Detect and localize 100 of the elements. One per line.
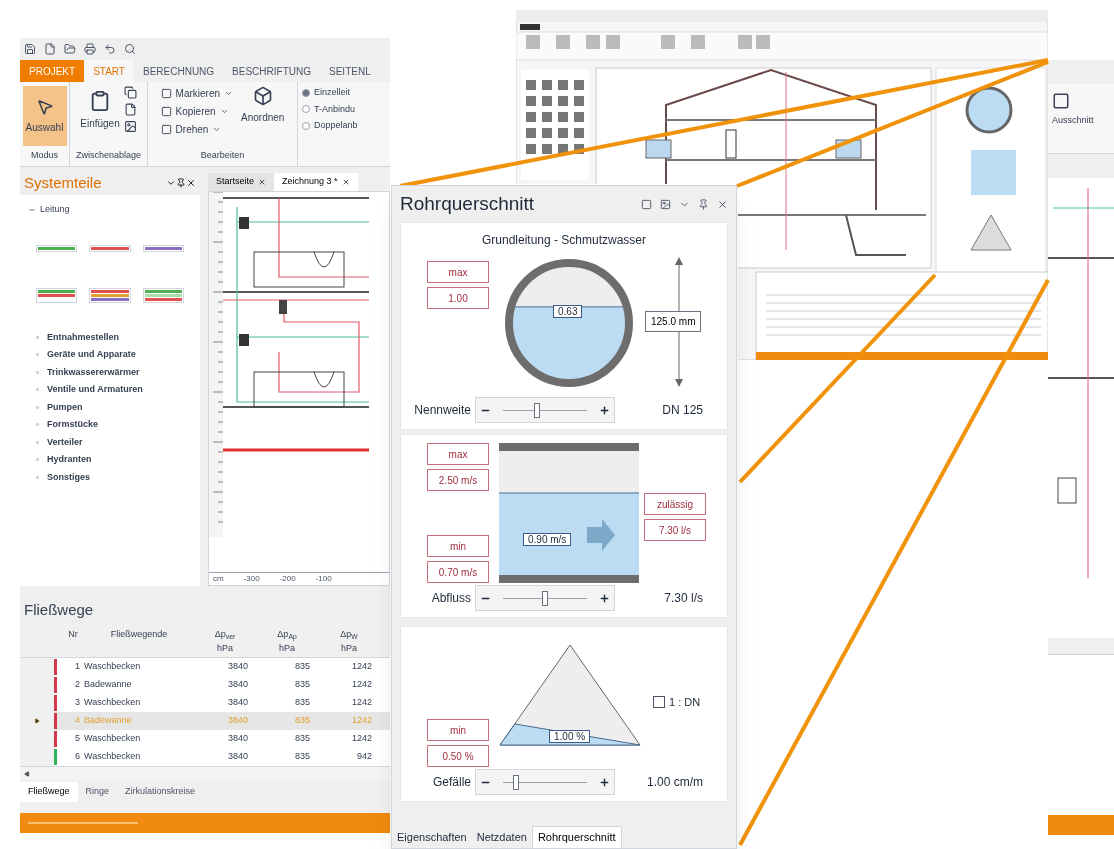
connection-radio[interactable]: T-Anbindu (302, 102, 358, 116)
box-icon (252, 86, 273, 106)
table-cell-text: 3840 (226, 678, 249, 692)
column-header[interactable]: Fließwegende (84, 624, 194, 657)
bullet-icon (36, 353, 39, 357)
ribbon-tab[interactable]: BESCHRIFTUNG (223, 60, 320, 82)
pipe-swatch[interactable] (89, 287, 131, 303)
column-header[interactable]: Δp$_{W}$ hPa (318, 624, 380, 657)
limit-label: min (427, 719, 489, 741)
pin-icon[interactable] (176, 178, 186, 188)
table-cell-text: Waschbecken (84, 696, 142, 710)
frame-icon (1052, 92, 1070, 110)
slider-control[interactable] (475, 585, 615, 611)
table-cell-text: 5 (74, 732, 81, 746)
connection-radio[interactable]: Einzelleit (302, 86, 358, 100)
image-icon[interactable] (660, 198, 671, 210)
column-header[interactable]: Δp$_{ver}$ hPa (194, 624, 256, 657)
panel-tab[interactable]: Eigenschaften (392, 826, 472, 848)
document-tab[interactable]: Zeichnung 3 * (274, 173, 358, 191)
tree-item[interactable]: Sonstiges (36, 470, 192, 484)
folder-icon[interactable] (64, 43, 76, 55)
slider-label: Gefälle (431, 774, 472, 791)
table-cell-text: 835 (293, 678, 311, 692)
tree-item[interactable]: Hydranten (36, 453, 192, 467)
table-cell-text: 1242 (350, 696, 373, 710)
limit-label: max (427, 261, 489, 283)
panel-tab[interactable]: Netzdaten (471, 826, 532, 848)
ruler: cm -300 -200 -100 (209, 572, 389, 585)
slider-label: Abfluss (430, 590, 472, 607)
tree-item[interactable]: Verteiler (36, 435, 192, 449)
edit-menu-button[interactable]: Markieren (160, 86, 234, 101)
bottom-tab[interactable]: Fließwege (20, 782, 78, 802)
table-cell-text: 1242 (350, 660, 373, 674)
window-icon[interactable] (641, 198, 652, 210)
save-icon[interactable] (24, 43, 36, 55)
table-cell-text: 1242 (350, 714, 373, 728)
table-row[interactable]: 6 Waschbecken 3840 835 942 (20, 748, 390, 766)
bullet-icon (36, 388, 39, 392)
paste-button[interactable]: Einfügen (80, 86, 120, 131)
tree-item[interactable]: Ventile und Armaturen (36, 383, 192, 397)
panel-tab[interactable]: Rohrquerschnitt (531, 826, 622, 848)
pin-icon[interactable] (698, 198, 709, 210)
panel-title: Rohrquerschnitt (400, 191, 535, 216)
tree-item[interactable]: Pumpen (36, 400, 192, 414)
slider-control[interactable] (475, 397, 615, 423)
connection-radio[interactable]: Doppelanb (302, 119, 358, 133)
limit-value: 0.50 % (427, 745, 489, 767)
tree-item[interactable]: Formstücke (36, 418, 192, 432)
table-cell-text: 1242 (350, 732, 373, 746)
caret-icon[interactable] (166, 178, 176, 188)
search-icon[interactable] (124, 43, 136, 55)
slider-value: DN 125 (661, 402, 704, 419)
pipe-swatch[interactable] (36, 287, 78, 303)
table-cell-text: Badewanne (84, 678, 133, 692)
slider-thumb[interactable] (542, 590, 548, 606)
undo-icon[interactable] (104, 43, 116, 55)
tree-item[interactable]: Geräte und Apparate (36, 348, 192, 362)
slider-thumb[interactable] (512, 774, 519, 790)
table-row[interactable]: 5 Waschbecken 3840 835 1242 (20, 730, 390, 748)
table-cell-text: 942 (355, 750, 373, 764)
table-row[interactable]: 3 Waschbecken 3840 835 1242 (20, 694, 390, 712)
tree-item[interactable]: Leitung (28, 203, 192, 217)
slider-thumb[interactable] (533, 402, 540, 418)
bullet-icon (36, 405, 39, 409)
limit-value: 7.30 l/s (644, 519, 706, 541)
arrange-button[interactable]: Anordnen (241, 86, 285, 137)
column-header[interactable]: Nr (62, 624, 84, 657)
edit-menu-button[interactable]: Drehen (160, 122, 234, 137)
section-title: Grundleitung - Schmutzwasser (480, 232, 648, 249)
ratio-checkbox[interactable]: 1 : DN (653, 695, 701, 709)
table-row[interactable]: 2 Badewanne 3840 835 1242 (20, 676, 390, 694)
column-header[interactable]: Δp$_{Ap}$ hPa (256, 624, 318, 657)
ribbon-tab[interactable]: SEITENL (320, 60, 380, 82)
plus-icon[interactable] (599, 592, 610, 604)
bottom-tab[interactable]: Ringe (77, 782, 118, 802)
ribbon-tab[interactable]: BERECHNUNG (134, 60, 224, 82)
select-button[interactable]: Auswahl (22, 86, 67, 146)
edit-menu-button[interactable]: Kopieren (160, 104, 234, 119)
group-label: Bearbeiten (200, 148, 245, 162)
print-icon[interactable] (84, 43, 96, 55)
plus-icon[interactable] (599, 404, 610, 416)
table-row[interactable]: 1 Waschbecken 3840 835 1242 (20, 658, 390, 676)
document-tab[interactable]: Startseite (208, 173, 275, 191)
copy-icon[interactable] (123, 86, 137, 99)
file-icon[interactable] (123, 103, 137, 116)
slider-label: Nennweite (413, 402, 472, 419)
close-icon[interactable] (186, 178, 196, 188)
bottom-tab[interactable]: Zirkulationskreise (117, 782, 204, 802)
row-pointer-icon (34, 718, 40, 724)
tree-item[interactable]: Trinkwassererwärmer (36, 365, 192, 379)
table-cell-text: Waschbecken (84, 660, 142, 674)
pipe-swatch[interactable] (142, 287, 184, 303)
scroll-left-icon[interactable] (24, 770, 30, 777)
table-cell-text: 3840 (226, 750, 249, 764)
group-label: Zwischenablage (75, 148, 141, 162)
plus-icon[interactable] (599, 776, 610, 788)
image-icon[interactable] (123, 120, 137, 133)
slider-control[interactable] (475, 769, 615, 795)
tree-item[interactable]: Entnahmestellen (36, 330, 192, 344)
new-file-icon[interactable] (44, 43, 56, 55)
